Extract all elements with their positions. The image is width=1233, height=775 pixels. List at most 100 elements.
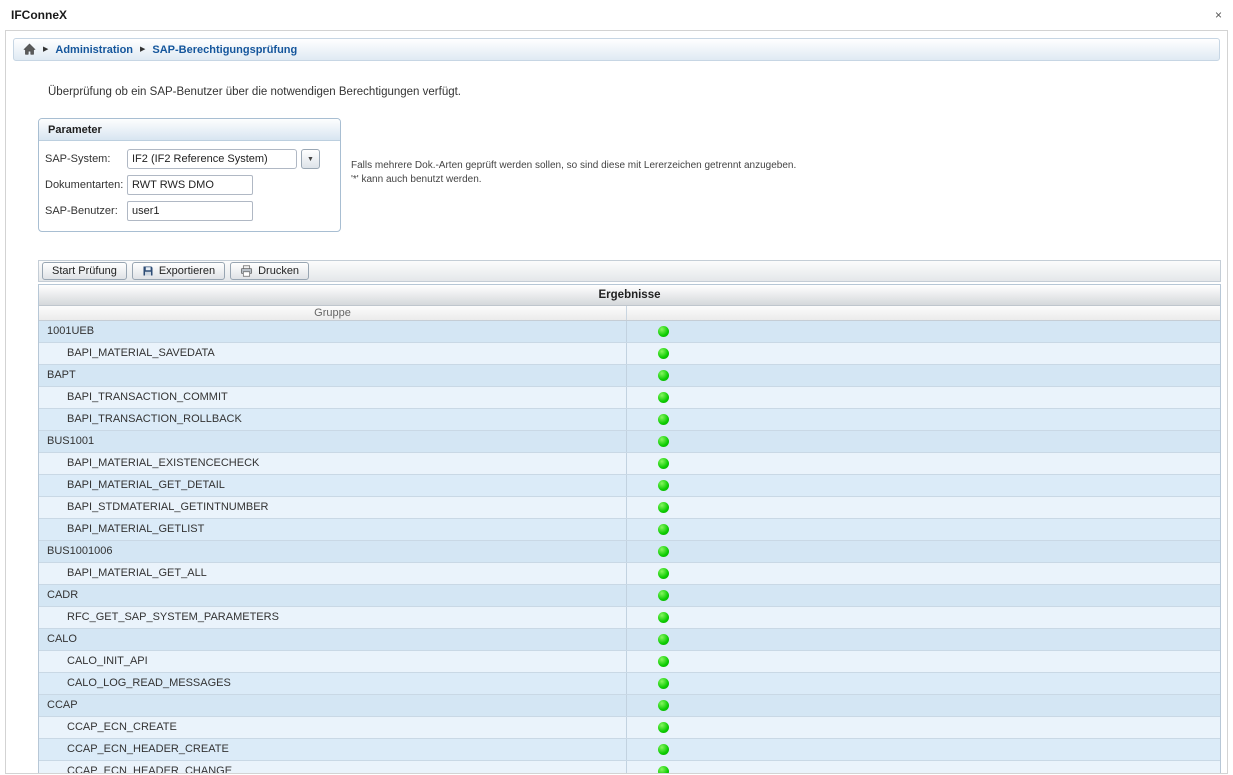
table-row[interactable]: RFC_GET_SAP_SYSTEM_PARAMETERS [39,607,1220,629]
row-label: CALO_INIT_API [39,651,627,672]
row-label: BAPI_MATERIAL_EXISTENCECHECK [39,453,627,474]
drucken-button[interactable]: Drucken [230,262,309,280]
home-icon[interactable] [23,43,36,56]
breadcrumb-item-sap-berechtigungspruefung[interactable]: SAP-Berechtigungsprüfung [152,44,297,56]
status-green-icon [658,568,669,579]
table-row[interactable]: CALO [39,629,1220,651]
exportieren-label: Exportieren [159,265,215,277]
hint-line-2: '*' kann auch benutzt werden. [351,173,796,187]
drucken-label: Drucken [258,265,299,277]
hint-line-1: Falls mehrere Dok.-Arten geprüft werden … [351,159,796,173]
parameter-panel: Parameter SAP-System: IF2 (IF2 Reference… [38,118,341,232]
table-row[interactable]: CCAP_ECN_HEADER_CREATE [39,739,1220,761]
parameter-area: Parameter SAP-System: IF2 (IF2 Reference… [38,118,1227,232]
status-green-icon [658,546,669,557]
close-icon[interactable]: × [1215,9,1222,21]
app-title: IFConneX [11,8,67,22]
table-row[interactable]: BAPI_STDMATERIAL_GETINTNUMBER [39,497,1220,519]
table-row[interactable]: BAPI_MATERIAL_GETLIST [39,519,1220,541]
chevron-down-icon[interactable]: ▼ [301,149,320,169]
status-green-icon [658,612,669,623]
hint-text: Falls mehrere Dok.-Arten geprüft werden … [351,118,796,187]
dokumentarten-input[interactable] [127,175,253,195]
exportieren-button[interactable]: Exportieren [132,262,225,280]
row-label: BAPT [39,365,627,386]
row-status-cell [627,563,1220,584]
status-green-icon [658,414,669,425]
status-green-icon [658,744,669,755]
row-status-cell [627,541,1220,562]
status-green-icon [658,480,669,491]
row-label: BUS1001006 [39,541,627,562]
row-label: CALO [39,629,627,650]
row-label: CCAP_ECN_CREATE [39,717,627,738]
row-label: CCAP_ECN_HEADER_CHANGE [39,761,627,774]
status-green-icon [658,436,669,447]
sap-system-value[interactable]: IF2 (IF2 Reference System) [127,149,297,169]
table-row[interactable]: BAPI_MATERIAL_GET_ALL [39,563,1220,585]
status-green-icon [658,700,669,711]
dokumentarten-field: Dokumentarten: [45,175,334,195]
table-row[interactable]: BAPI_TRANSACTION_COMMIT [39,387,1220,409]
row-label: BAPI_MATERIAL_GET_ALL [39,563,627,584]
status-green-icon [658,348,669,359]
row-label: BAPI_TRANSACTION_ROLLBACK [39,409,627,430]
breadcrumb-separator-icon: ▶ [43,45,48,53]
sap-benutzer-label: SAP-Benutzer: [45,205,127,217]
table-row[interactable]: BAPI_MATERIAL_GET_DETAIL [39,475,1220,497]
status-green-icon [658,590,669,601]
breadcrumb-separator-icon: ▶ [140,45,145,53]
table-row[interactable]: CADR [39,585,1220,607]
table-row[interactable]: 1001UEB [39,321,1220,343]
row-label: BAPI_MATERIAL_GETLIST [39,519,627,540]
start-pruefung-button[interactable]: Start Prüfung [42,262,127,280]
row-label: CADR [39,585,627,606]
row-label: RFC_GET_SAP_SYSTEM_PARAMETERS [39,607,627,628]
results-table: Ergebnisse Gruppe 1001UEBBAPI_MATERIAL_S… [38,284,1221,774]
status-green-icon [658,656,669,667]
row-status-cell [627,387,1220,408]
table-row[interactable]: BUS1001006 [39,541,1220,563]
row-status-cell [627,343,1220,364]
row-label: BAPI_TRANSACTION_COMMIT [39,387,627,408]
table-row[interactable]: BAPT [39,365,1220,387]
row-status-cell [627,519,1220,540]
results-column-headers: Gruppe [39,306,1220,321]
table-row[interactable]: BAPI_MATERIAL_SAVEDATA [39,343,1220,365]
breadcrumb-item-administration[interactable]: Administration [55,44,133,56]
table-row[interactable]: CCAP [39,695,1220,717]
table-row[interactable]: BUS1001 [39,431,1220,453]
row-status-cell [627,409,1220,430]
table-row[interactable]: CALO_LOG_READ_MESSAGES [39,673,1220,695]
row-label: CCAP_ECN_HEADER_CREATE [39,739,627,760]
row-status-cell [627,321,1220,342]
sap-benutzer-field: SAP-Benutzer: [45,201,334,221]
toolbar: Start Prüfung Exportieren Drucken [38,260,1221,282]
column-header-gruppe[interactable]: Gruppe [39,306,627,320]
table-row[interactable]: CALO_INIT_API [39,651,1220,673]
table-row[interactable]: CCAP_ECN_CREATE [39,717,1220,739]
table-row[interactable]: BAPI_TRANSACTION_ROLLBACK [39,409,1220,431]
row-label: BAPI_MATERIAL_SAVEDATA [39,343,627,364]
sap-system-field: SAP-System: IF2 (IF2 Reference System) ▼ [45,149,334,169]
row-label: 1001UEB [39,321,627,342]
row-label: BUS1001 [39,431,627,452]
row-status-cell [627,629,1220,650]
row-status-cell [627,651,1220,672]
table-row[interactable]: BAPI_MATERIAL_EXISTENCECHECK [39,453,1220,475]
row-label: BAPI_STDMATERIAL_GETINTNUMBER [39,497,627,518]
table-row[interactable]: CCAP_ECN_HEADER_CHANGE [39,761,1220,774]
row-label: CALO_LOG_READ_MESSAGES [39,673,627,694]
sap-system-select[interactable]: IF2 (IF2 Reference System) ▼ [127,149,320,169]
sap-system-label: SAP-System: [45,153,127,165]
results-title: Ergebnisse [39,285,1220,306]
row-status-cell [627,453,1220,474]
status-green-icon [658,634,669,645]
status-green-icon [658,370,669,381]
status-green-icon [658,502,669,513]
sap-benutzer-input[interactable] [127,201,253,221]
status-green-icon [658,392,669,403]
row-status-cell [627,607,1220,628]
row-status-cell [627,497,1220,518]
column-header-status [627,306,1220,320]
